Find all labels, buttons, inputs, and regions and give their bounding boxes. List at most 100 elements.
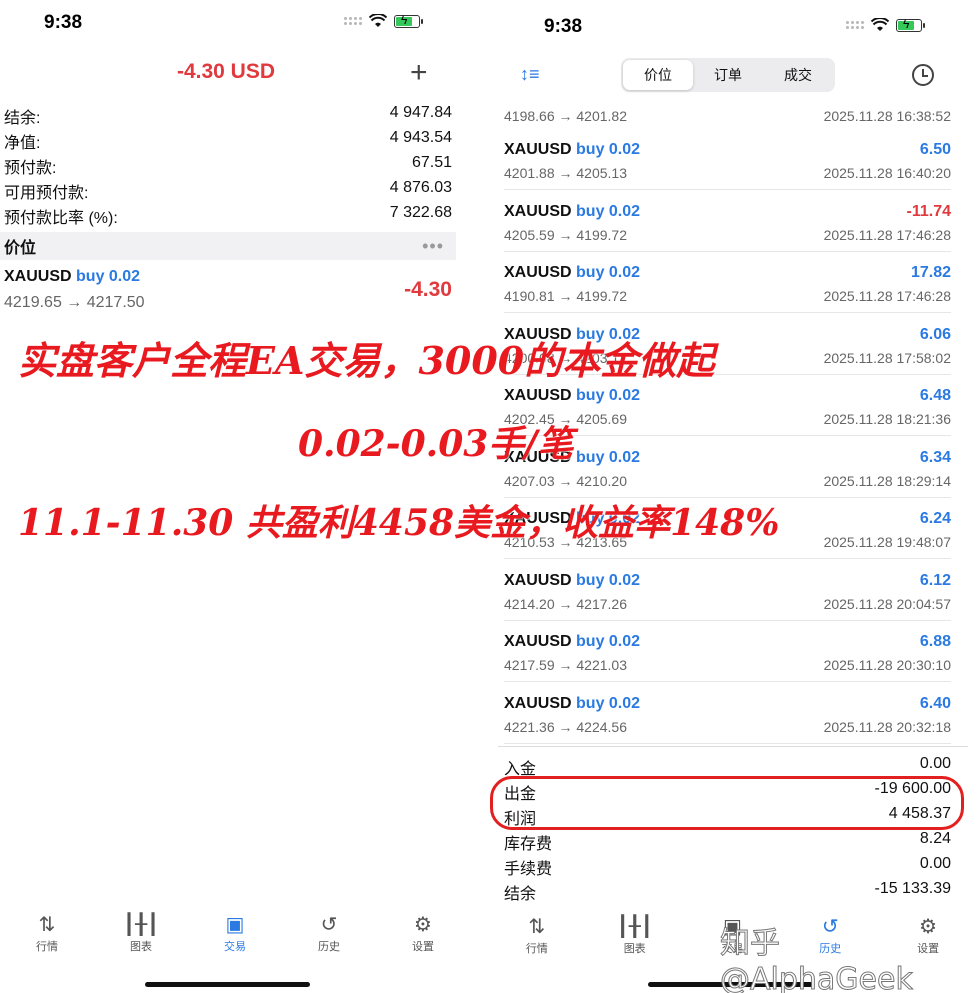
deal-profit: 6.12 [919, 571, 951, 589]
candlestick-icon: ┃╂┃ [122, 914, 160, 936]
deal-symbol: XAUUSD [504, 202, 572, 220]
deal-row[interactable]: XAUUSD buy 0.02 6.88 4217.59 → 4221.03 2025… [504, 621, 951, 682]
deal-prices: 4221.36 → 4224.56 [504, 718, 627, 735]
deal-symbol: XAUUSD [504, 141, 572, 158]
bottom-tab-bar: ⇅ 行情 ┃╂┃ 图表 ▣ 交易 ↺ 历史 ⚙ 设置 [0, 912, 470, 962]
positions-section-header: 价位 ••• [0, 232, 456, 260]
wifi-icon [369, 14, 387, 27]
tab-history[interactable]: ↺ 历史 [294, 912, 364, 962]
deal-time: 2025.11.28 18:29:14 [823, 472, 951, 489]
clock-icon[interactable] [912, 64, 934, 86]
highlight-circle [490, 776, 964, 830]
tab-quotes[interactable]: ⇅ 行情 [502, 914, 572, 964]
deal-profit: 6.06 [919, 325, 951, 343]
deal-profit: -11.74 [906, 202, 951, 220]
trade-chart-icon: ▣ [225, 914, 245, 936]
deal-side: buy 0.02 [576, 448, 641, 466]
summary-balance: 结余 -15 133.39 [504, 880, 951, 903]
deal-side: buy 0.02 [576, 264, 641, 281]
segment-orders[interactable]: 订单 [693, 60, 763, 90]
deal-profit: 6.50 [919, 141, 951, 158]
deal-profit: 6.48 [919, 387, 951, 404]
deal-time: 2025.11.28 16:40:20 [823, 165, 951, 181]
arrows-updown-icon: ⇅ [528, 916, 546, 938]
deal-profit: 6.88 [919, 633, 951, 650]
account-row-free-margin: 可用预付款: 4 876.03 [4, 179, 452, 202]
deal-side: buy 0.02 [576, 202, 641, 220]
position-side: buy 0.02 [76, 268, 141, 285]
battery-icon: ϟ [896, 17, 925, 32]
status-icons: ϟ [344, 13, 423, 28]
position-row[interactable]: XAUUSD buy 0.02 4219.65 → 4217.50 -4.30 [4, 268, 452, 316]
signal-icon [846, 21, 864, 29]
deal-row[interactable]: XAUUSD buy 0.02 6.12 4214.20 → 4217.26 2025… [504, 560, 951, 621]
gear-icon: ⚙ [414, 914, 432, 936]
deal-profit: 6.40 [919, 694, 951, 712]
deal-row[interactable]: XAUUSD buy 0.02 -11.74 4205.59 → 4199.72 20… [504, 191, 951, 252]
history-segmented-control: 价位 订单 成交 [621, 58, 835, 92]
tab-trade[interactable]: ▣ 交易 [200, 912, 270, 962]
deal-side: buy 0.02 [576, 141, 641, 158]
position-profit: -4.30 [404, 278, 452, 301]
overlay-text-line3: 11.1-11.30 共盈利4458美金，收益率148% [18, 502, 780, 544]
tab-charts[interactable]: ┃╂┃ 图表 [600, 914, 670, 964]
section-label: 价位 [4, 240, 37, 257]
tab-charts[interactable]: ┃╂┃ 图表 [106, 912, 176, 962]
deal-prices: 4190.81 → 4199.72 [504, 288, 627, 304]
deal-symbol: XAUUSD [504, 387, 572, 404]
segment-positions[interactable]: 价位 [623, 60, 693, 90]
deal-prices: 4214.20 → 4217.26 [504, 595, 627, 612]
account-row-margin: 预付款: 67.51 [4, 154, 452, 177]
deal-time: 2025.11.28 19:48:07 [823, 534, 951, 550]
deal-side: buy 0.02 [576, 571, 641, 589]
deal-prices: 4205.59 → 4199.72 [504, 226, 627, 243]
sort-icon[interactable]: ↕≡ [520, 64, 540, 85]
account-row-equity: 净值: 4 943.54 [4, 129, 452, 152]
segment-deals[interactable]: 成交 [763, 60, 833, 90]
account-row-balance: 结余: 4 947.84 [4, 104, 452, 127]
plus-icon[interactable]: + [410, 58, 428, 88]
tab-quotes[interactable]: ⇅ 行情 [12, 912, 82, 962]
more-icon[interactable]: ••• [422, 236, 444, 257]
deal-symbol: XAUUSD [504, 633, 572, 650]
floating-profit-title: -4.30 USD [176, 60, 276, 83]
battery-icon: ϟ [394, 13, 423, 28]
deal-prices: 4207.03 → 4210.20 [504, 472, 627, 489]
arrows-updown-icon: ⇅ [38, 914, 56, 936]
deal-side: buy 0.02 [576, 387, 641, 404]
tab-settings[interactable]: ⚙ 设置 [388, 912, 458, 962]
summary-commission: 手续费 0.00 [504, 855, 951, 878]
deal-row-partial[interactable]: 4198.66 → 4201.82 2025.11.28 16:38:52 [504, 108, 951, 124]
deal-prices: 4217.59 → 4221.03 [504, 657, 627, 673]
deal-symbol: XAUUSD [504, 571, 572, 589]
home-indicator [145, 982, 310, 987]
status-time: 9:38 [44, 12, 83, 33]
deal-symbol: XAUUSD [504, 264, 572, 281]
candlestick-icon: ┃╂┃ [616, 916, 653, 938]
deal-row[interactable]: XAUUSD buy 0.02 6.40 4221.36 → 4224.56 2025… [504, 683, 951, 744]
deal-profit: 6.24 [919, 510, 951, 527]
deal-side: buy 0.02 [576, 633, 641, 650]
summary-divider [498, 746, 968, 747]
deal-profit: 17.82 [910, 264, 951, 281]
deal-row[interactable]: XAUUSD buy 0.02 17.82 4190.81 → 4199.72 202… [504, 252, 951, 313]
deal-time: 2025.11.28 20:04:57 [823, 595, 951, 612]
deal-symbol: XAUUSD [504, 694, 572, 712]
wifi-icon [871, 18, 889, 31]
deal-time: 2025.11.28 20:30:10 [823, 657, 951, 673]
position-prices: 4219.65 → 4217.50 [4, 294, 145, 311]
deal-profit: 6.34 [919, 448, 951, 466]
position-symbol: XAUUSD [4, 268, 72, 285]
deal-prices: 4201.88 → 4205.13 [504, 165, 627, 181]
status-time: 9:38 [544, 16, 583, 37]
overlay-text-line2: 0.02-0.03手/笔 [298, 423, 574, 465]
deal-time: 2025.11.28 20:32:18 [823, 718, 951, 735]
deal-time: 2025.11.28 18:21:36 [823, 411, 951, 427]
watermark: 知乎 @AlphaGeek [720, 926, 914, 993]
account-row-margin-level: 预付款比率 (%): 7 322.68 [4, 204, 452, 227]
deal-time: 2025.11.28 17:46:28 [823, 288, 951, 304]
overlay-text-line1: 实盘客户全程EA交易，3000的本金做起 [18, 338, 715, 383]
status-icons: ϟ [846, 17, 925, 32]
deal-row[interactable]: XAUUSD buy 0.02 6.50 4201.88 → 4205.13 2025… [504, 129, 951, 190]
history-icon: ↺ [320, 914, 338, 936]
